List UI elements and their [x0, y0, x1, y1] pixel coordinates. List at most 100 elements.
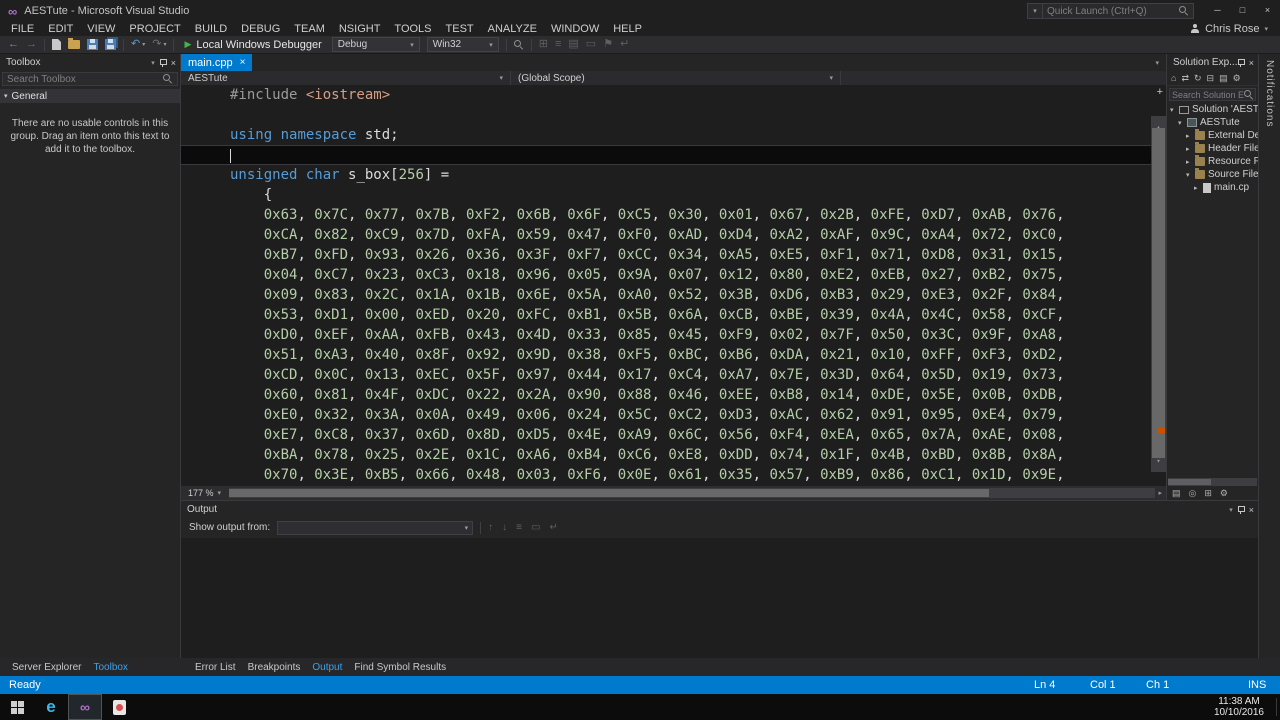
panel-tab-server-explorer[interactable]: Server Explorer — [6, 660, 87, 675]
scroll-down-arrow-icon[interactable]: ▾ — [1151, 451, 1166, 471]
title-bar[interactable]: ∞ AESTute - Microsoft Visual Studio ▾ Qu… — [0, 0, 1280, 22]
bookmark-flag-icon[interactable]: ⚑ — [603, 39, 613, 50]
panel-tab-toolbox[interactable]: Toolbox — [87, 660, 133, 675]
show-output-from-select[interactable]: ▾ — [277, 520, 474, 535]
nav-scope-dropdown[interactable]: (Global Scope) ▾ — [511, 71, 841, 85]
code-line[interactable]: 0xE0, 0x32, 0x3A, 0x0A, 0x49, 0x06, 0x24… — [181, 405, 1151, 425]
menu-project[interactable]: PROJECT — [122, 23, 187, 35]
tree-item-header-file[interactable]: ▸ Header File — [1167, 142, 1258, 155]
uncomment-icon[interactable]: ▭ — [586, 39, 596, 50]
close-icon[interactable]: × — [171, 58, 176, 68]
pin-icon[interactable] — [1237, 58, 1245, 68]
toggle-word-wrap-icon[interactable]: ↵ — [549, 522, 557, 533]
find-in-files-icon[interactable] — [513, 39, 524, 50]
navigate-backward-icon[interactable]: ← — [8, 39, 19, 50]
redo-icon[interactable]: ↷ — [152, 39, 161, 50]
code-line[interactable] — [181, 105, 1151, 125]
code-line[interactable]: 0x51, 0xA3, 0x40, 0x8F, 0x92, 0x9D, 0x38… — [181, 345, 1151, 365]
window-position-icon[interactable]: ▾ — [1229, 506, 1233, 514]
indent-icon[interactable]: ⊞ — [539, 39, 548, 50]
output-content[interactable] — [181, 538, 1258, 658]
code-line[interactable]: 0xB7, 0xFD, 0x93, 0x26, 0x36, 0x3F, 0xF7… — [181, 245, 1151, 265]
nav-project-dropdown[interactable]: AESTute ▾ — [181, 71, 511, 85]
tree-item-main-cp[interactable]: ▸ main.cp — [1167, 181, 1258, 194]
horizontal-scrollbar-thumb[interactable] — [1168, 479, 1211, 485]
code-line[interactable]: 0x60, 0x81, 0x4F, 0xDC, 0x22, 0x2A, 0x90… — [181, 385, 1151, 405]
menu-build[interactable]: BUILD — [188, 23, 234, 35]
start-debugging-button[interactable]: ▶ Local Windows Debugger — [181, 39, 324, 51]
editor-split-handle-icon[interactable]: + — [1157, 86, 1163, 98]
solution-configuration-select[interactable]: Debug ▾ — [331, 37, 420, 52]
quick-launch-scope-dropdown[interactable]: ▾ — [1027, 3, 1042, 19]
redo-dropdown-icon[interactable]: ▾ — [163, 41, 166, 48]
current-code-line[interactable] — [181, 145, 1151, 165]
tab-list-chevron-icon[interactable]: ▾ — [1155, 59, 1159, 67]
tree-item-aestute[interactable]: ▾ AESTute — [1167, 116, 1258, 129]
scroll-right-arrow-icon[interactable]: ▸ — [1158, 489, 1166, 497]
goto-next-message-icon[interactable]: ↓ — [502, 522, 507, 533]
save-icon[interactable] — [87, 39, 98, 50]
toolbox-section-general[interactable]: ▾ General — [0, 89, 180, 103]
menu-nsight[interactable]: NSIGHT — [332, 23, 388, 35]
menu-window[interactable]: WINDOW — [544, 23, 606, 35]
show-desktop-button[interactable] — [1276, 698, 1277, 716]
signed-in-user[interactable]: Chris Rose ▾ — [1190, 23, 1280, 35]
tree-item-external-dep[interactable]: ▸ External Dep — [1167, 129, 1258, 142]
close-button[interactable]: × — [1255, 0, 1280, 19]
output-header[interactable]: Output ▾ × — [181, 501, 1258, 518]
code-line[interactable]: 0x53, 0xD1, 0x00, 0xED, 0x20, 0xFC, 0xB1… — [181, 305, 1151, 325]
expand-arrow-icon[interactable]: ▸ — [1186, 158, 1195, 166]
tab-main-cpp[interactable]: main.cpp × — [181, 54, 253, 71]
code-line[interactable]: { — [181, 185, 1151, 205]
tree-item-source-files[interactable]: ▾ Source Files — [1167, 168, 1258, 181]
minimize-button[interactable]: ─ — [1205, 0, 1230, 19]
code-line[interactable]: 0x70, 0x3E, 0xB5, 0x66, 0x48, 0x03, 0xF6… — [181, 465, 1151, 485]
menu-file[interactable]: FILE — [4, 23, 41, 35]
toolbox-header[interactable]: Toolbox ▾ × — [0, 54, 180, 71]
panel-tab-output[interactable]: Output — [306, 660, 348, 675]
home-icon[interactable]: ⌂ — [1171, 73, 1176, 83]
taskbar-edge-icon[interactable]: e — [34, 694, 68, 720]
code-line[interactable]: #include <iostream> — [181, 85, 1151, 105]
panel-tab-find-symbol-results[interactable]: Find Symbol Results — [348, 660, 452, 675]
show-all-files-icon[interactable]: ▤ — [1219, 73, 1228, 84]
navigate-forward-icon[interactable]: → — [26, 39, 37, 50]
goto-previous-message-icon[interactable]: ↑ — [488, 522, 493, 533]
pin-icon[interactable] — [1237, 505, 1245, 515]
code-line[interactable]: 0x09, 0x83, 0x2C, 0x1A, 0x1B, 0x6E, 0x5A… — [181, 285, 1151, 305]
solution-explorer-search-input[interactable]: Search Solution E — [1169, 88, 1256, 101]
undo-dropdown-icon[interactable]: ▾ — [142, 41, 145, 48]
close-icon[interactable]: × — [1249, 505, 1254, 515]
collapse-arrow-icon[interactable]: ▾ — [1170, 106, 1179, 114]
refresh-icon[interactable]: ↻ — [1194, 73, 1202, 84]
close-icon[interactable]: × — [1249, 58, 1254, 68]
collapse-arrow-icon[interactable]: ▾ — [1186, 171, 1195, 179]
notifications-tab-label[interactable]: Notifications — [1264, 60, 1275, 127]
new-file-icon[interactable] — [52, 39, 61, 50]
toolbox-search-input[interactable]: Search Toolbox — [2, 72, 178, 86]
property-manager-tab-icon[interactable]: ⚙ — [1220, 488, 1228, 499]
menu-edit[interactable]: EDIT — [41, 23, 80, 35]
solution-explorer-header[interactable]: Solution Exp... × — [1167, 54, 1258, 71]
quick-launch-input[interactable]: Quick Launch (Ctrl+Q) — [1042, 3, 1194, 19]
taskbar-clock[interactable]: 11:38 AM 10/10/2016 — [1214, 696, 1280, 718]
save-all-icon[interactable] — [105, 39, 116, 50]
outdent-icon[interactable]: ≡ — [555, 39, 561, 50]
menu-help[interactable]: HELP — [606, 23, 649, 35]
solution-explorer-horizontal-scrollbar[interactable] — [1168, 478, 1257, 486]
window-position-icon[interactable]: ▾ — [151, 59, 155, 67]
solution-explorer-tab-icon[interactable]: ▤ — [1172, 488, 1181, 499]
code-line[interactable]: 0xCA, 0x82, 0xC9, 0x7D, 0xFA, 0x59, 0x47… — [181, 225, 1151, 245]
undo-icon[interactable]: ↶ — [131, 39, 140, 50]
panel-tab-breakpoints[interactable]: Breakpoints — [242, 660, 307, 675]
sync-with-active-document-icon[interactable]: ⇄ — [1181, 73, 1189, 84]
word-wrap-icon[interactable]: ↵ — [620, 39, 629, 50]
taskbar-app-icon[interactable] — [102, 694, 136, 720]
zoom-level-select[interactable]: 177 % ▾ — [181, 488, 226, 498]
pin-icon[interactable] — [159, 58, 167, 68]
menu-analyze[interactable]: ANALYZE — [481, 23, 544, 35]
solution-platform-select[interactable]: Win32 ▾ — [426, 37, 499, 52]
code-line[interactable]: unsigned char s_box[256] = — [181, 165, 1151, 185]
menu-debug[interactable]: DEBUG — [234, 23, 287, 35]
code-line[interactable]: 0xCD, 0x0C, 0x13, 0xEC, 0x5F, 0x97, 0x44… — [181, 365, 1151, 385]
